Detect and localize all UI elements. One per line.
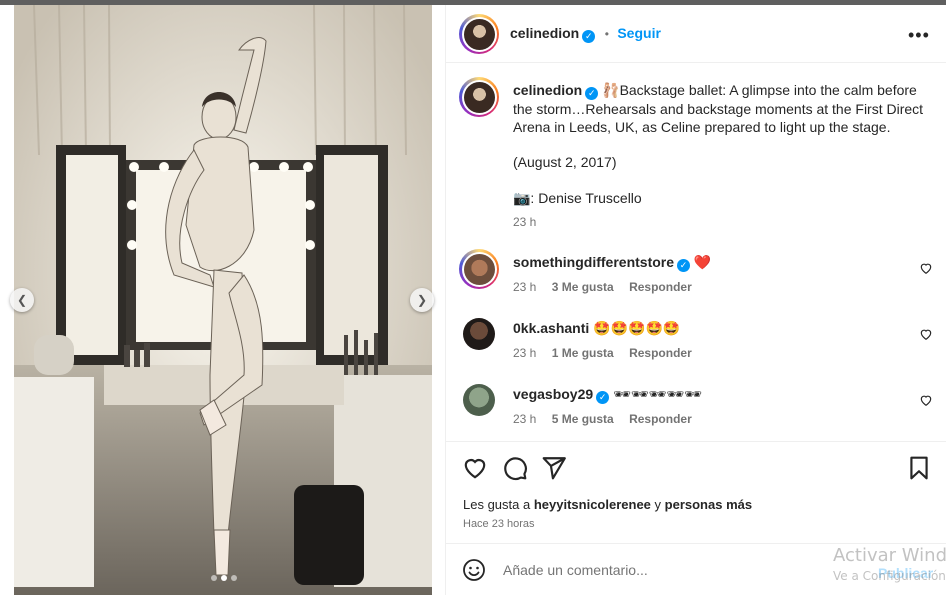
heart-icon[interactable] (462, 455, 488, 481)
smiley-icon[interactable] (462, 558, 486, 582)
comment-item: vegasboy29 ✓ 🕶🕶🕶🕶🕶 (513, 385, 702, 404)
comment-time: 23 h (513, 412, 537, 426)
instagram-post-view: ❮ ❯ celinedion ✓ • Seguir ••• celinedion… (0, 0, 946, 595)
author-avatar[interactable] (459, 14, 499, 54)
post-photo[interactable] (14, 5, 432, 595)
comment-avatar-image (463, 253, 495, 285)
chevron-left-icon: ❮ (16, 293, 28, 307)
comment-likes[interactable]: 5 Me gusta (552, 412, 614, 426)
comment-like-heart-icon[interactable] (919, 327, 933, 341)
post-side-panel: celinedion ✓ • Seguir ••• celinedion ✓ 🩰Ba… (445, 5, 946, 595)
comment-reply-button[interactable]: Responder (629, 346, 692, 360)
comment-input[interactable] (503, 562, 833, 578)
comment-item: 0kk.ashanti 🤩🤩🤩🤩🤩 (513, 319, 680, 337)
verified-badge-icon: ✓ (596, 390, 610, 404)
caption-author-avatar[interactable] (459, 77, 499, 117)
comment-meta: 23 h 5 Me gusta Responder (513, 412, 692, 426)
watermark-subtitle: Ve a Configuración para activar Windows. (833, 569, 946, 583)
likes-summary: Les gusta a heyyitsnicolerenee y persona… (463, 497, 752, 512)
bookmark-icon[interactable] (906, 455, 932, 481)
separator-dot: • (604, 27, 609, 41)
header-author-line: celinedion ✓ • Seguir (510, 25, 661, 43)
comment-like-heart-icon[interactable] (919, 261, 933, 275)
carousel-dot (231, 575, 237, 581)
comment-reply-button[interactable]: Responder (629, 412, 692, 426)
comment-avatar[interactable] (463, 384, 495, 416)
caption-time: 23 h (513, 215, 537, 229)
post-header: celinedion ✓ • Seguir ••• (446, 5, 946, 63)
likes-others-link[interactable]: personas más (665, 497, 752, 512)
caption-photo-credit: 📷: Denise Truscello (513, 190, 642, 206)
comment-like-heart-icon[interactable] (919, 393, 933, 407)
carousel-next-button[interactable]: ❯ (410, 288, 434, 312)
comment-username[interactable]: somethingdifferentstore (513, 254, 674, 270)
comment-avatar[interactable] (463, 318, 495, 350)
author-avatar-image (463, 18, 495, 50)
caption-author-username[interactable]: celinedion (513, 82, 582, 98)
carousel-indicator (211, 575, 237, 581)
comment-text: 🕶🕶🕶🕶🕶 (613, 386, 702, 402)
more-options-button[interactable]: ••• (908, 25, 930, 46)
carousel-dot (211, 575, 217, 581)
comment-text: 🤩🤩🤩🤩🤩 (593, 320, 681, 336)
comment-time: 23 h (513, 280, 537, 294)
chevron-right-icon: ❯ (416, 293, 428, 307)
post-media: ❮ ❯ (0, 5, 445, 595)
ballet-emoji: 🩰 (602, 82, 620, 98)
comment-username[interactable]: vegasboy29 (513, 386, 593, 402)
carousel-dot-active (221, 575, 227, 581)
verified-badge-icon: ✓ (677, 258, 691, 272)
post-actions-bar (446, 441, 946, 481)
likes-user-link[interactable]: heyyitsnicolerenee (534, 497, 651, 512)
verified-badge-icon: ✓ (585, 86, 599, 100)
comment-likes[interactable]: 3 Me gusta (552, 280, 614, 294)
paper-plane-icon[interactable] (541, 455, 567, 481)
verified-badge-icon: ✓ (582, 30, 596, 43)
follow-button[interactable]: Seguir (617, 25, 661, 41)
comment-avatar[interactable] (459, 249, 499, 289)
comment-item: somethingdifferentstore ✓ ❤️ (513, 253, 711, 272)
comment-likes[interactable]: 1 Me gusta (552, 346, 614, 360)
ballet-photo-illustration (14, 5, 432, 595)
post-timestamp: Hace 23 horas (463, 518, 535, 530)
caption-avatar-image (463, 81, 495, 113)
caption-date: (August 2, 2017) (513, 154, 617, 170)
post-caption: celinedion ✓ 🩰Backstage ballet: A glimpse… (513, 81, 927, 136)
watermark-title: Activar Windows (833, 545, 946, 566)
comment-meta: 23 h 1 Me gusta Responder (513, 346, 692, 360)
carousel-prev-button[interactable]: ❮ (10, 288, 34, 312)
comment-text: ❤️ (693, 254, 712, 270)
more-options-icon: ••• (908, 25, 930, 45)
comment-bubble-icon[interactable] (502, 455, 528, 481)
author-username[interactable]: celinedion (510, 25, 579, 41)
comment-time: 23 h (513, 346, 537, 360)
likes-connector: y (654, 497, 662, 512)
windows-activation-watermark: Activar Windows Ve a Configuración para … (833, 545, 946, 583)
comment-reply-button[interactable]: Responder (629, 280, 692, 294)
comment-username[interactable]: 0kk.ashanti (513, 320, 589, 336)
likes-prefix: Les gusta a (463, 497, 531, 512)
comment-meta: 23 h 3 Me gusta Responder (513, 280, 692, 294)
